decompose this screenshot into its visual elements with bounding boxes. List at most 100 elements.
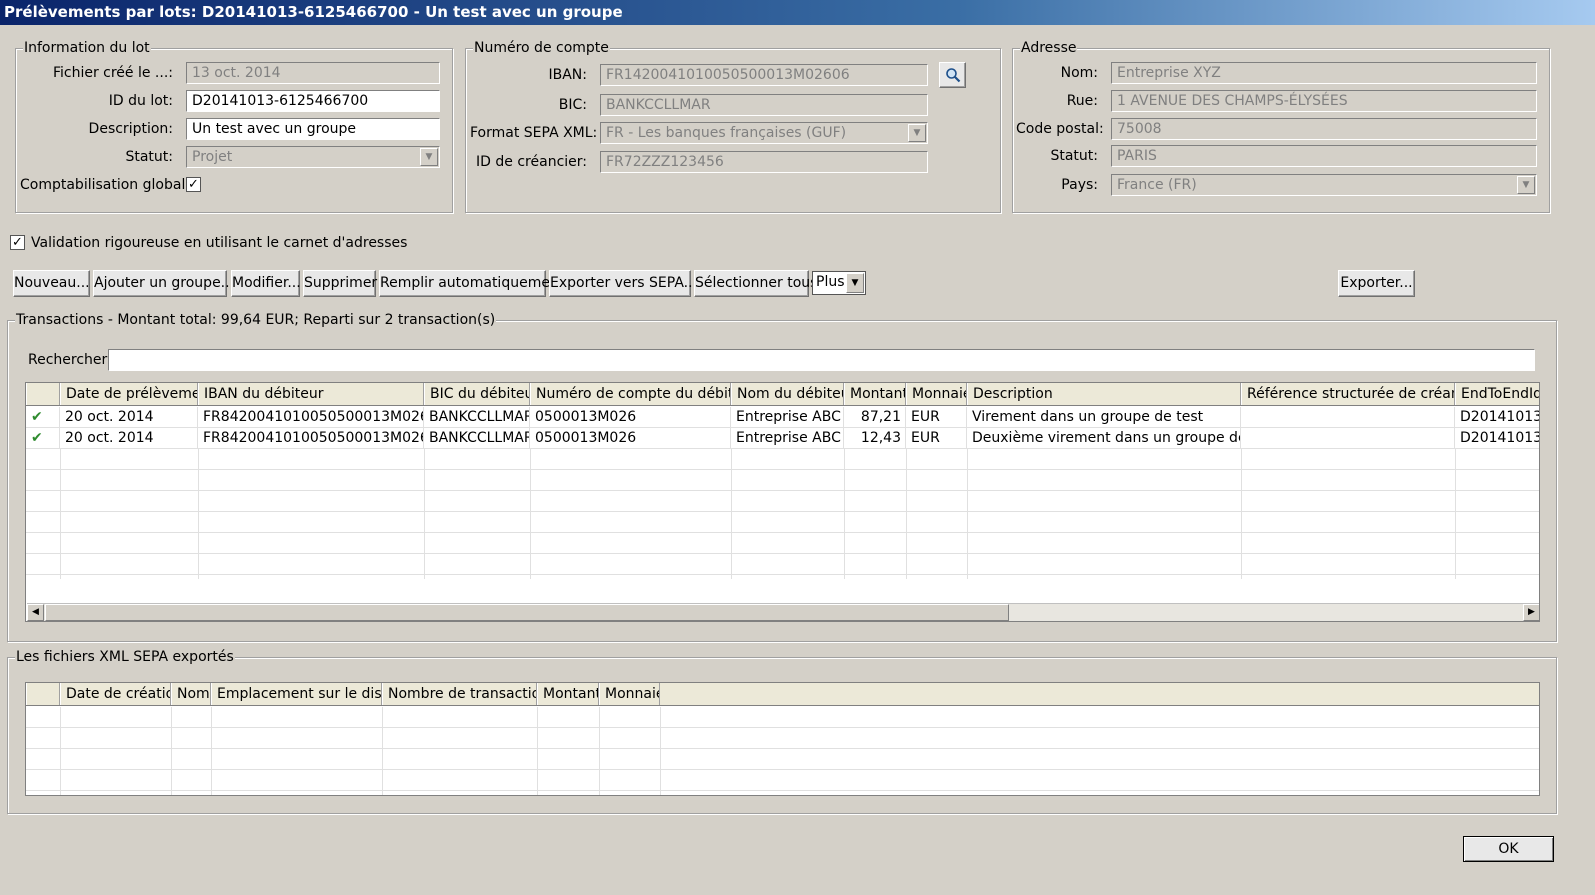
description-field[interactable]: Un test avec un groupe bbox=[186, 118, 440, 140]
global-label: Comptabilisation globale: bbox=[20, 177, 199, 193]
transactions-hscrollbar[interactable]: ◀ ▶ bbox=[27, 603, 1539, 621]
e2e-cell: D20141013-6 bbox=[1455, 428, 1539, 448]
transactions-legend: Transactions - Montant total: 99,64 EUR;… bbox=[15, 312, 497, 328]
col-location[interactable]: Emplacement sur le disque bbox=[211, 683, 382, 705]
iban-field: FR1420041010050500013M02606 bbox=[600, 64, 928, 86]
description-cell: Virement dans un groupe de test bbox=[967, 407, 1241, 427]
status-cell: ✔ bbox=[26, 428, 60, 448]
scroll-right-icon[interactable]: ▶ bbox=[1523, 604, 1539, 621]
date-cell: 20 oct. 2014 bbox=[60, 428, 198, 448]
col-date[interactable]: Date de prélèvement bbox=[60, 383, 198, 405]
format-select[interactable]: FR - Les banques françaises (GUF) ▼ bbox=[600, 122, 928, 144]
select-all-button[interactable]: Sélectionner tous bbox=[694, 270, 817, 297]
description-cell: Deuxième virement dans un groupe de test bbox=[967, 428, 1241, 448]
amount-cell: 87,21 bbox=[844, 407, 906, 427]
chevron-down-icon[interactable]: ▼ bbox=[908, 124, 926, 142]
name-field: Entreprise XYZ bbox=[1111, 62, 1537, 84]
created-field: 13 oct. 2014 bbox=[186, 62, 440, 84]
currency-cell: EUR bbox=[906, 428, 967, 448]
account-cell: 0500013M026 bbox=[530, 428, 731, 448]
city-field: PARIS bbox=[1111, 145, 1537, 167]
more-select[interactable]: Plus ▼ bbox=[812, 271, 866, 295]
col-description[interactable]: Description bbox=[967, 383, 1241, 405]
lot-status-select[interactable]: Projet ▼ bbox=[186, 146, 440, 168]
street-label: Rue: bbox=[1066, 93, 1098, 109]
bic-field: BANKCCLLMAR bbox=[600, 94, 928, 116]
account-legend: Numéro de compte bbox=[473, 40, 610, 56]
transactions-grid-lines bbox=[26, 449, 1539, 579]
lot-info-legend: Information du lot bbox=[23, 40, 151, 56]
name-cell: Entreprise ABC bbox=[731, 407, 844, 427]
postal-label: Code postal: bbox=[1016, 121, 1104, 137]
lot-id-field[interactable]: D20141013-6125466700 bbox=[186, 90, 440, 112]
col-amount[interactable]: Montant bbox=[844, 383, 906, 405]
col-reference[interactable]: Référence structurée de créancier bbox=[1241, 383, 1455, 405]
table-row[interactable]: ✔ 20 oct. 2014 FR8420041010050500013M026… bbox=[26, 407, 1539, 428]
new-button[interactable]: Nouveau... bbox=[13, 270, 90, 297]
modify-button[interactable]: Modifier... bbox=[231, 270, 301, 297]
iban-search-button[interactable] bbox=[939, 62, 966, 88]
transactions-table[interactable]: Date de prélèvement IBAN du débiteur BIC… bbox=[25, 382, 1540, 622]
name-label: Nom: bbox=[1060, 65, 1098, 81]
iban-cell: FR8420041010050500013M02607 bbox=[198, 407, 424, 427]
bic-cell: BANKCCLLMAR bbox=[424, 407, 530, 427]
checkmark-icon: ✔ bbox=[31, 409, 43, 425]
transactions-header: Date de prélèvement IBAN du débiteur BIC… bbox=[26, 383, 1539, 406]
scrollbar-thumb[interactable] bbox=[45, 604, 1009, 621]
chevron-down-icon[interactable]: ▼ bbox=[1517, 176, 1535, 194]
col-account[interactable]: Numéro de compte du débiteur bbox=[530, 383, 731, 405]
bic-label: BIC: bbox=[558, 97, 587, 113]
col-count[interactable]: Nombre de transactions bbox=[382, 683, 537, 705]
col-currency[interactable]: Monnaie bbox=[906, 383, 967, 405]
magnifier-icon bbox=[945, 68, 960, 83]
e2e-cell: D20141013-6 bbox=[1455, 407, 1539, 427]
col-status[interactable] bbox=[26, 683, 60, 705]
creditor-label: ID de créancier: bbox=[476, 154, 587, 170]
col-e2e[interactable]: EndToEndId bbox=[1455, 383, 1539, 405]
col-created[interactable]: Date de création bbox=[60, 683, 171, 705]
iban-label: IBAN: bbox=[548, 67, 588, 83]
export-button[interactable]: Exporter... bbox=[1338, 270, 1415, 297]
city-label: Statut: bbox=[1050, 148, 1098, 164]
exports-table[interactable]: Date de création Nom Emplacement sur le … bbox=[25, 682, 1540, 796]
chevron-down-icon[interactable]: ▼ bbox=[846, 273, 864, 293]
add-group-button[interactable]: Ajouter un groupe... bbox=[93, 270, 234, 297]
col-currency[interactable]: Monnaie bbox=[599, 683, 660, 705]
col-status[interactable] bbox=[26, 383, 60, 405]
lot-id-label: ID du lot: bbox=[108, 93, 173, 109]
created-label: Fichier créé le ...: bbox=[52, 65, 173, 81]
format-label: Format SEPA XML: bbox=[470, 125, 598, 141]
global-checkbox[interactable]: ✓ bbox=[186, 177, 201, 192]
name-cell: Entreprise ABC bbox=[731, 428, 844, 448]
col-filename[interactable]: Nom bbox=[171, 683, 211, 705]
exports-legend: Les fichiers XML SEPA exportés bbox=[15, 649, 235, 665]
iban-cell: FR8420041010050500013M02607 bbox=[198, 428, 424, 448]
lot-status-label: Statut: bbox=[125, 149, 173, 165]
address-legend: Adresse bbox=[1020, 40, 1078, 56]
account-cell: 0500013M026 bbox=[530, 407, 731, 427]
reference-cell bbox=[1241, 428, 1455, 448]
validation-label: Validation rigoureuse en utilisant le ca… bbox=[31, 235, 408, 251]
creditor-field: FR72ZZZ123456 bbox=[600, 151, 928, 173]
reference-cell bbox=[1241, 407, 1455, 427]
search-input[interactable] bbox=[108, 349, 1535, 371]
table-row[interactable]: ✔ 20 oct. 2014 FR8420041010050500013M026… bbox=[26, 428, 1539, 449]
currency-cell: EUR bbox=[906, 407, 967, 427]
col-name[interactable]: Nom du débiteur bbox=[731, 383, 844, 405]
col-iban[interactable]: IBAN du débiteur bbox=[198, 383, 424, 405]
col-amount[interactable]: Montant bbox=[537, 683, 599, 705]
validation-checkbox[interactable]: ✓ bbox=[10, 235, 25, 250]
description-label: Description: bbox=[88, 121, 173, 137]
chevron-down-icon[interactable]: ▼ bbox=[420, 148, 438, 166]
more-value: Plus bbox=[816, 274, 845, 290]
export-sepa-button[interactable]: Exporter vers SEPA... bbox=[549, 270, 697, 297]
ok-button[interactable]: OK bbox=[1463, 836, 1554, 862]
bic-cell: BANKCCLLMAR bbox=[424, 428, 530, 448]
col-bic[interactable]: BIC du débiteur bbox=[424, 383, 530, 405]
country-select[interactable]: France (FR) ▼ bbox=[1111, 174, 1537, 196]
autofill-button[interactable]: Remplir automatiquement bbox=[379, 270, 564, 297]
scroll-left-icon[interactable]: ◀ bbox=[27, 604, 44, 621]
window-title-bar[interactable]: Prélèvements par lots: D20141013-6125466… bbox=[0, 0, 1595, 25]
format-value: FR - Les banques françaises (GUF) bbox=[606, 125, 847, 141]
delete-button[interactable]: Supprimer bbox=[303, 270, 377, 297]
